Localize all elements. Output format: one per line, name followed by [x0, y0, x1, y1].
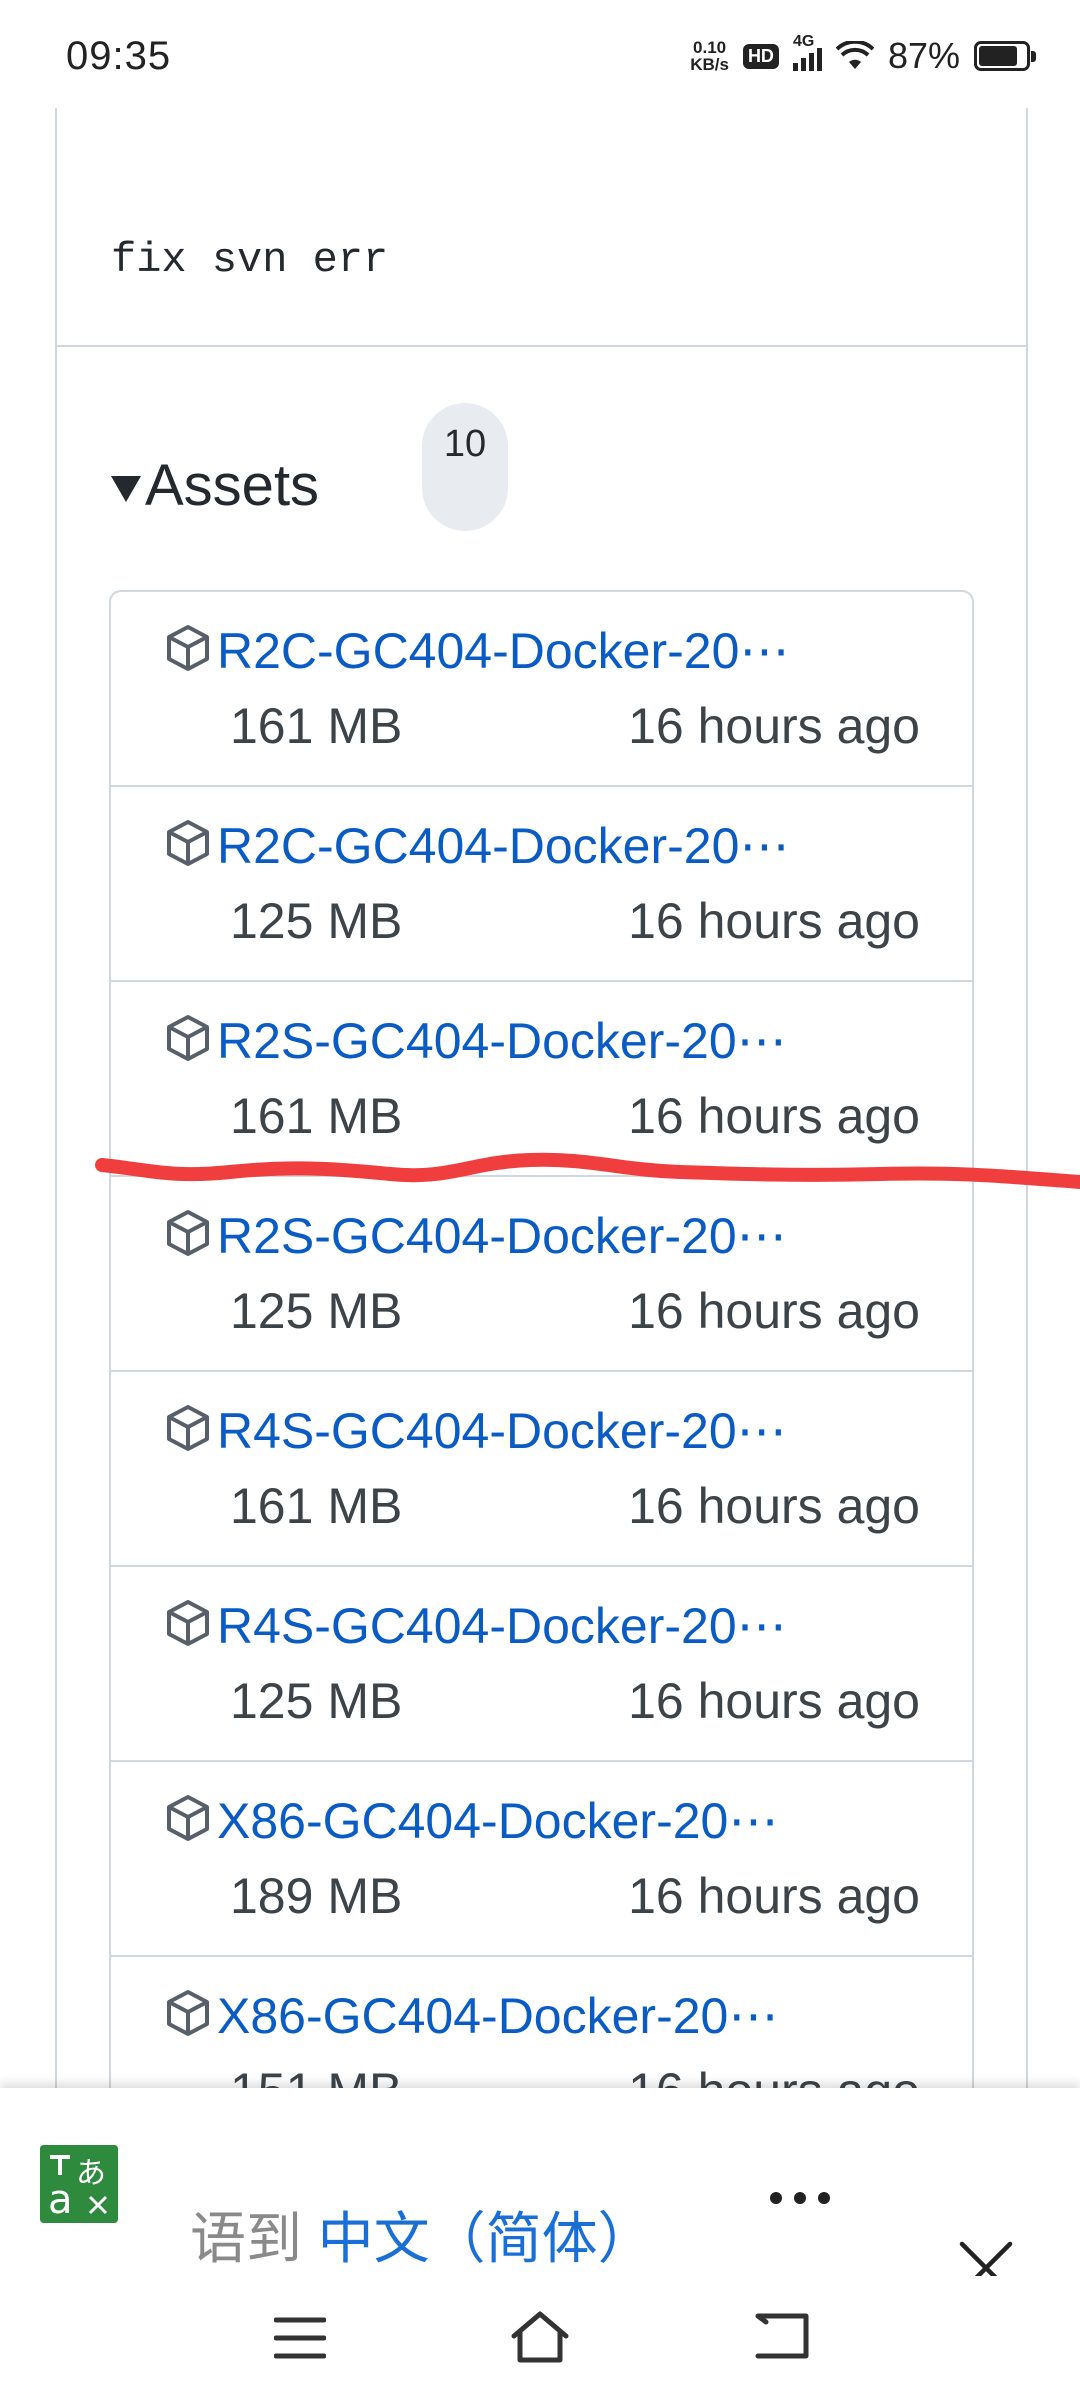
asset-row: R2C-GC404-Docker-20⋯ 125 MB 16 hours ago	[111, 787, 972, 982]
menu-icon[interactable]	[274, 2316, 326, 2360]
package-icon	[167, 625, 209, 671]
status-indicators: 0.10 KB/s HD 4G 87%	[690, 33, 1036, 78]
asset-download-link[interactable]: X86-GC404-Docker-20⋯	[217, 1987, 778, 2045]
battery-percent: 87%	[887, 35, 960, 76]
asset-download-link[interactable]: R2S-GC404-Docker-20⋯	[217, 1012, 787, 1070]
asset-download-link[interactable]: R2C-GC404-Docker-20⋯	[217, 817, 789, 875]
package-icon	[167, 1990, 209, 2036]
translate-bar: a あ 语到 中文（简体）	[0, 2088, 1080, 2295]
asset-row: R2S-GC404-Docker-20⋯ 161 MB 16 hours ago	[111, 982, 972, 1177]
assets-list: R2C-GC404-Docker-20⋯ 161 MB 16 hours ago R2…	[109, 590, 974, 2190]
package-icon	[167, 1600, 209, 1646]
asset-timestamp: 16 hours ago	[628, 1868, 920, 1924]
assets-count-badge: 10	[422, 403, 508, 531]
asset-timestamp: 16 hours ago	[628, 1088, 920, 1144]
asset-size: 161 MB	[230, 1088, 403, 1144]
system-nav-bar	[0, 2276, 1080, 2400]
network-type: 4G	[792, 33, 815, 50]
package-icon	[167, 1015, 209, 1061]
more-horizontal-icon	[770, 2192, 782, 2204]
wifi-icon	[835, 41, 874, 69]
asset-download-link[interactable]: R2C-GC404-Docker-20⋯	[217, 622, 789, 680]
status-bar: 09:35 0.10 KB/s HD 4G 87%	[0, 0, 1080, 108]
asset-size: 125 MB	[230, 893, 403, 949]
package-icon	[167, 1210, 209, 1256]
asset-row: R2C-GC404-Docker-20⋯ 161 MB 16 hours ago	[111, 592, 972, 787]
divider	[57, 345, 1026, 347]
more-options-button[interactable]	[770, 2188, 830, 2208]
asset-download-link[interactable]: R4S-GC404-Docker-20⋯	[217, 1597, 787, 1655]
assets-toggle[interactable]: Assets	[111, 452, 319, 519]
svg-text:あ: あ	[76, 2156, 106, 2191]
asset-row: R4S-GC404-Docker-20⋯ 125 MB 16 hours ago	[111, 1567, 972, 1762]
svg-text:a: a	[48, 2177, 73, 2223]
hd-icon: HD	[742, 43, 779, 69]
asset-row: R2S-GC404-Docker-20⋯ 125 MB 16 hours ago	[111, 1177, 972, 1372]
release-notes: fix svn err	[111, 236, 389, 284]
status-time: 09:35	[66, 34, 172, 78]
asset-row: R4S-GC404-Docker-20⋯ 161 MB 16 hours ago	[111, 1372, 972, 1567]
google-translate-icon[interactable]: a あ	[40, 2145, 118, 2223]
asset-size: 161 MB	[230, 1478, 403, 1534]
battery-icon	[974, 41, 1036, 71]
network-speed: 0.10 KB/s	[690, 38, 729, 74]
home-icon[interactable]	[508, 2308, 572, 2364]
target-language: 中文（简体）	[317, 2207, 654, 2270]
asset-download-link[interactable]: R4S-GC404-Docker-20⋯	[217, 1402, 787, 1460]
asset-size: 189 MB	[230, 1868, 403, 1924]
package-icon	[167, 820, 209, 866]
translate-prefix: 语到	[190, 2207, 318, 2270]
translate-target-text[interactable]: 语到 中文（简体）	[190, 2194, 654, 2275]
asset-timestamp: 16 hours ago	[628, 1673, 920, 1729]
asset-timestamp: 16 hours ago	[628, 1478, 920, 1534]
asset-timestamp: 16 hours ago	[628, 1283, 920, 1339]
package-icon	[167, 1405, 209, 1451]
asset-download-link[interactable]: R2S-GC404-Docker-20⋯	[217, 1207, 787, 1265]
package-icon	[167, 1795, 209, 1841]
asset-timestamp: 16 hours ago	[628, 893, 920, 949]
asset-timestamp: 16 hours ago	[628, 698, 920, 754]
assets-title: Assets	[145, 453, 320, 518]
asset-row: X86-GC404-Docker-20⋯ 189 MB 16 hours ago	[111, 1762, 972, 1957]
back-icon[interactable]	[752, 2310, 812, 2362]
release-card: fix svn err Assets 10 R2C-GC404-Docker-2…	[55, 108, 1028, 2190]
caret-down-icon	[111, 475, 141, 502]
asset-size: 125 MB	[230, 1283, 403, 1339]
asset-download-link[interactable]: X86-GC404-Docker-20⋯	[217, 1792, 778, 1850]
cellular-signal-icon: 4G	[792, 33, 822, 71]
asset-size: 161 MB	[230, 698, 403, 754]
asset-size: 125 MB	[230, 1673, 403, 1729]
